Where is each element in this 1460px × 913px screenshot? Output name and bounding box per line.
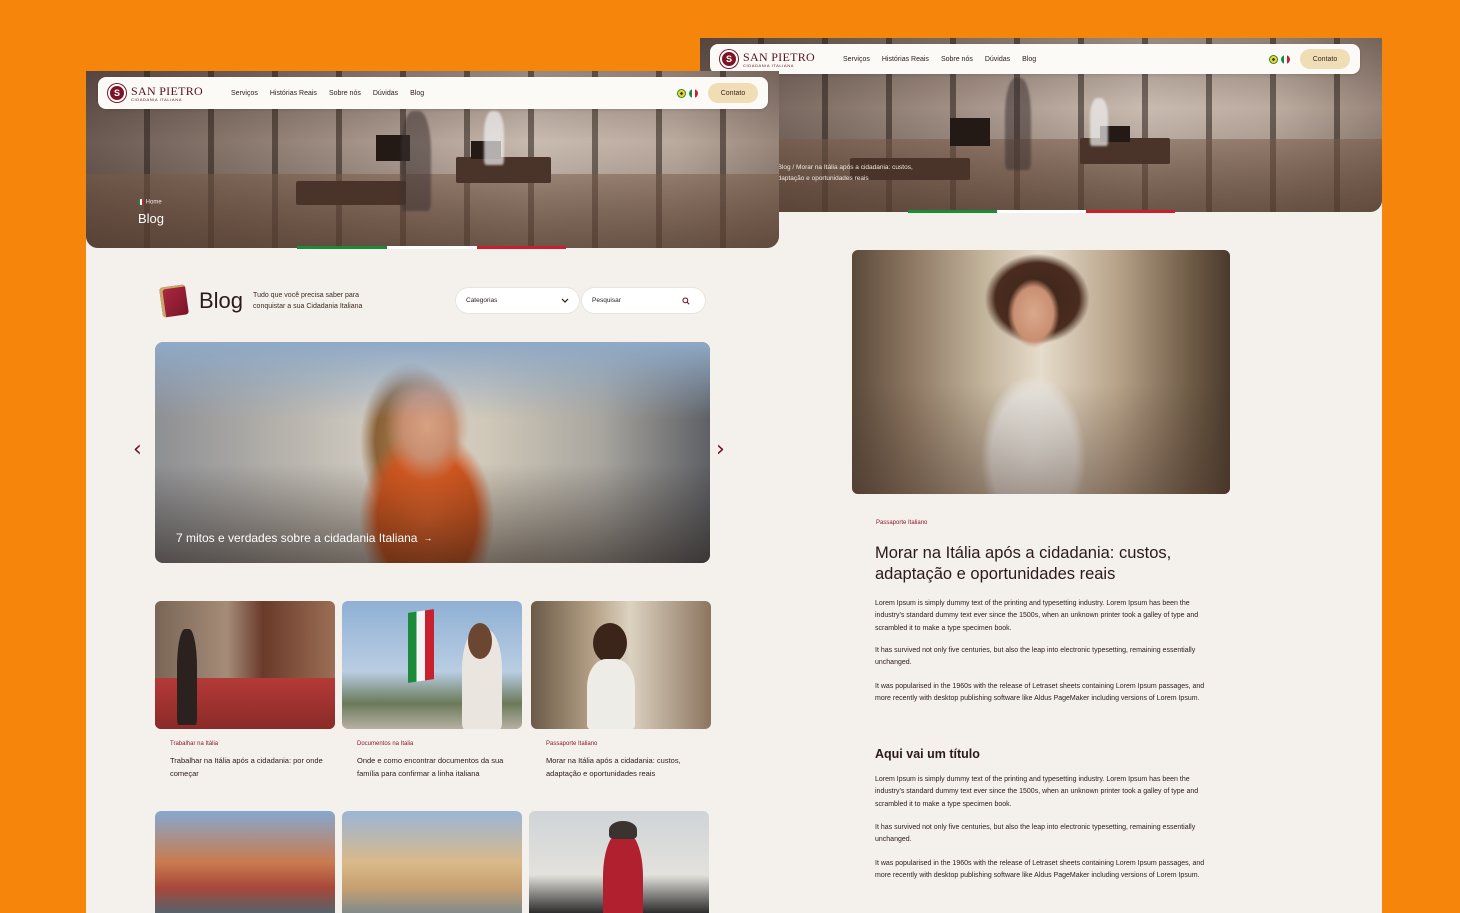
menu-item-historias[interactable]: Histórias Reais — [270, 90, 317, 97]
post-image — [529, 811, 709, 913]
italy-flag-icon[interactable] — [689, 88, 698, 98]
post-title[interactable]: Trabalhar na Itália após a cidadania: po… — [170, 755, 325, 781]
main-menu: Serviços Histórias Reais Sobre nós Dúvid… — [843, 56, 1036, 63]
brand-logo[interactable]: S SAN PIETRO CIDADANIA ITALIANA — [108, 84, 203, 102]
breadcrumb-line-1[interactable]: / Blog / Morar na Itália após a cidadani… — [774, 162, 964, 173]
arrow-right-icon: → — [423, 533, 433, 543]
search-box[interactable] — [582, 288, 705, 313]
menu-item-duvidas[interactable]: Dúvidas — [373, 90, 398, 97]
post-image — [155, 601, 335, 729]
article-page-mockup: S SAN PIETRO CIDADANIA ITALIANA Serviços… — [700, 38, 1382, 913]
contact-button[interactable]: Contato — [1300, 49, 1350, 69]
post-image — [342, 601, 522, 729]
blog-tagline-line-2: conquistar a sua Cidadania Italiana — [253, 303, 363, 310]
search-icon[interactable] — [682, 296, 690, 305]
blog-header: Blog Tudo que você precisa saber para co… — [159, 284, 393, 318]
post-image — [155, 811, 335, 913]
article-featured-image — [852, 250, 1230, 494]
menu-item-duvidas[interactable]: Dúvidas — [985, 56, 1010, 63]
brazil-flag-icon[interactable] — [1269, 54, 1278, 64]
search-input[interactable] — [592, 297, 682, 304]
post-card[interactable]: Passaporte Italiano Morar na Itália após… — [531, 601, 711, 781]
top-navigation: S SAN PIETRO CIDADANIA ITALIANA Serviços… — [710, 44, 1360, 74]
post-card[interactable] — [342, 811, 522, 913]
post-image — [342, 811, 522, 913]
brand-logo[interactable]: S SAN PIETRO CIDADANIA ITALIANA — [720, 50, 815, 68]
post-title[interactable]: Morar na Itália após a cidadania: custos… — [546, 755, 701, 781]
passport-icon — [159, 284, 189, 318]
blog-heading: Blog — [199, 288, 244, 313]
brazil-flag-icon[interactable] — [677, 88, 686, 98]
article-paragraph-3: It was popularised in the 1960s with the… — [875, 683, 1205, 703]
brand-name: SAN PIETRO — [743, 49, 816, 64]
contact-button[interactable]: Contato — [708, 83, 758, 103]
menu-item-sobre[interactable]: Sobre nós — [941, 56, 973, 63]
article-paragraph-2: It has survived not only five centuries,… — [875, 647, 1196, 667]
flag-stripe-white — [997, 210, 1086, 213]
post-card[interactable] — [529, 811, 709, 913]
post-image — [531, 601, 711, 729]
shield-logo-icon: S — [108, 84, 126, 102]
italy-flag-icon[interactable] — [1281, 54, 1290, 64]
italy-flag-icon — [138, 199, 144, 205]
article-subheading: Aqui vai um título — [875, 747, 980, 761]
post-title[interactable]: Onde e como encontrar documentos da sua … — [357, 755, 512, 781]
featured-post-caption[interactable]: 7 mitos e verdades sobre a cidadania Ita… — [176, 531, 432, 545]
top-navigation: S SAN PIETRO CIDADANIA ITALIANA Serviços… — [98, 77, 768, 109]
blog-page-mockup: S SAN PIETRO CIDADANIA ITALIANA Serviços… — [86, 71, 779, 913]
blog-tagline-line-1: Tudo que você precisa saber para — [253, 291, 360, 299]
breadcrumb-home[interactable]: Home — [146, 200, 162, 206]
flag-stripe-red — [477, 246, 566, 249]
article-category[interactable]: Passaporte Italiano — [876, 520, 927, 526]
shield-logo-icon: S — [720, 50, 738, 68]
article-paragraph-1: Lorem Ipsum is simply dummy text of the … — [875, 600, 1199, 632]
menu-item-historias[interactable]: Histórias Reais — [882, 56, 929, 63]
post-card[interactable]: Documentos na Italia Onde e como encontr… — [342, 601, 522, 781]
brand-name: SAN PIETRO — [131, 83, 204, 98]
featured-post-card[interactable]: 7 mitos e verdades sobre a cidadania Ita… — [155, 342, 710, 563]
post-category[interactable]: Documentos na Italia — [357, 741, 522, 747]
brand-subtitle: CIDADANIA ITALIANA — [131, 96, 182, 102]
menu-item-servicos[interactable]: Serviços — [231, 90, 258, 97]
menu-item-servicos[interactable]: Serviços — [843, 56, 870, 63]
main-menu: Serviços Histórias Reais Sobre nós Dúvid… — [231, 90, 424, 97]
breadcrumb: / Blog / Morar na Itália após a cidadani… — [774, 162, 964, 184]
post-category[interactable]: Passaporte Italiano — [546, 741, 711, 747]
article-paragraph-5: It has survived not only five centuries,… — [875, 824, 1196, 844]
post-card[interactable] — [155, 811, 335, 913]
carousel-next-arrow-icon[interactable]: › — [716, 437, 725, 462]
article-paragraph-6: It was popularised in the 1960s with the… — [875, 860, 1205, 880]
flag-stripe-green — [908, 210, 997, 213]
carousel-prev-arrow-icon[interactable]: ‹ — [133, 437, 142, 462]
article-paragraph-4: Lorem Ipsum is simply dummy text of the … — [875, 776, 1199, 808]
chevron-down-icon — [561, 298, 569, 303]
featured-post-title: 7 mitos e verdades sobre a cidadania Ita… — [176, 531, 418, 545]
hero-title: Blog — [138, 211, 165, 226]
breadcrumb-line-2[interactable]: adaptação e oportunidades reais — [774, 173, 964, 184]
post-card[interactable]: Trabalhar na Itália Trabalhar na Itália … — [155, 601, 335, 781]
menu-item-sobre[interactable]: Sobre nós — [329, 90, 361, 97]
categories-label: Categorias — [466, 297, 498, 304]
menu-item-blog[interactable]: Blog — [1022, 56, 1036, 63]
blog-tagline: Tudo que você precisa saber para conquis… — [253, 290, 393, 312]
categories-dropdown[interactable]: Categorias — [456, 288, 579, 313]
flag-stripe-red — [1086, 210, 1175, 213]
flag-stripe-white — [387, 246, 477, 249]
menu-item-blog[interactable]: Blog — [410, 90, 424, 97]
post-category[interactable]: Trabalhar na Itália — [170, 741, 335, 747]
flag-stripe-green — [297, 246, 387, 249]
article-title: Morar na Itália após a cidadania: custos… — [875, 544, 1172, 584]
breadcrumb: Home — [138, 199, 162, 206]
brand-subtitle: CIDADANIA ITALIANA — [743, 62, 794, 68]
